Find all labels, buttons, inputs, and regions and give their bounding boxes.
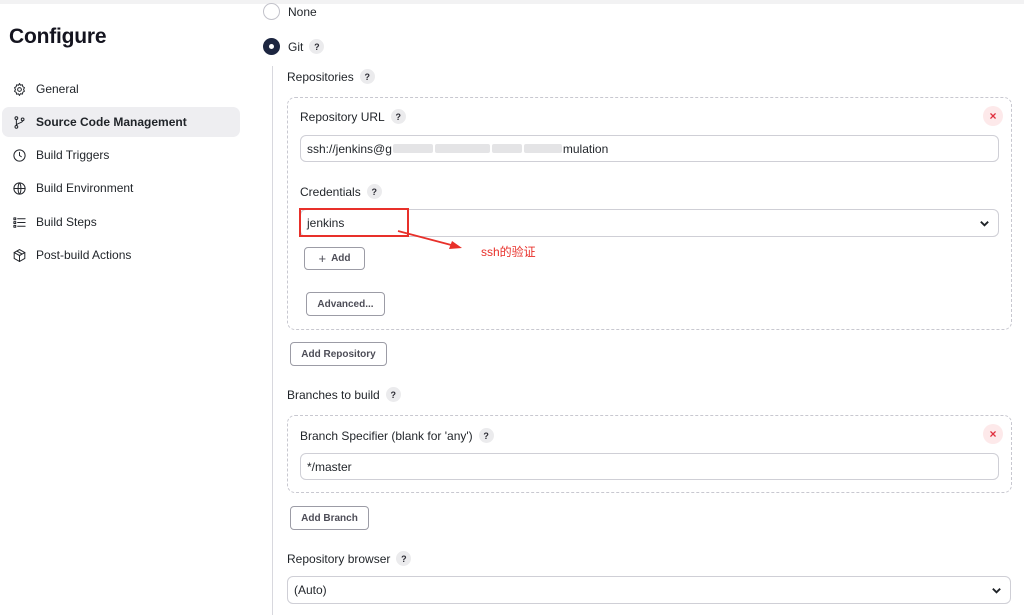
branches-to-build-label: Branches to build ? <box>287 387 401 402</box>
sidebar-item-source-code-management[interactable]: Source Code Management <box>2 107 240 137</box>
repositories-label: Repositories ? <box>287 69 375 84</box>
help-icon[interactable]: ? <box>478 428 494 443</box>
sidebar-item-label: Post-build Actions <box>36 248 132 262</box>
help-icon[interactable]: ? <box>309 39 325 54</box>
help-icon[interactable]: ? <box>396 551 412 566</box>
radio-none[interactable] <box>263 3 280 20</box>
help-icon[interactable]: ? <box>366 184 382 199</box>
sidebar-item-label: Build Environment <box>36 181 134 195</box>
clock-icon <box>11 147 27 163</box>
sidebar-item-build-environment[interactable]: Build Environment <box>2 173 240 203</box>
branch-icon <box>11 114 27 130</box>
credentials-label: Credentials ? <box>300 184 382 199</box>
help-icon[interactable]: ? <box>385 387 401 402</box>
scm-option-git[interactable]: Git ? <box>263 38 325 55</box>
package-icon <box>11 247 27 263</box>
repository-url-label: Repository URL ? <box>300 109 406 124</box>
redacted-blur <box>434 144 490 153</box>
sidebar-item-label: Source Code Management <box>36 115 187 129</box>
radio-git[interactable] <box>263 38 280 55</box>
sidebar: Configure General Source Code Management… <box>0 0 250 615</box>
branch-specifier-label: Branch Specifier (blank for 'any') ? <box>300 428 494 443</box>
repository-url-input[interactable]: ssh://jenkins@g mulation <box>300 135 999 162</box>
redacted-blur <box>392 144 433 153</box>
annotation-highlight-box <box>299 208 409 237</box>
redacted-blur <box>491 144 522 153</box>
page-title: Configure <box>9 25 107 48</box>
sidebar-item-build-steps[interactable]: Build Steps <box>2 207 240 237</box>
sidebar-item-build-triggers[interactable]: Build Triggers <box>2 140 240 170</box>
add-branch-button[interactable]: Add Branch <box>290 506 369 530</box>
gear-icon <box>11 81 27 97</box>
sidebar-item-label: Build Triggers <box>36 148 110 162</box>
close-icon[interactable]: × <box>983 424 1003 444</box>
chevron-down-icon <box>992 587 1001 594</box>
sidebar-item-label: Build Steps <box>36 215 97 229</box>
branch-specifier-input[interactable]: */master <box>300 453 999 480</box>
chevron-down-icon <box>980 220 989 227</box>
plus-icon: + <box>318 251 327 266</box>
redacted-blur <box>523 144 562 153</box>
close-icon[interactable]: × <box>983 106 1003 126</box>
list-icon <box>11 214 27 230</box>
help-icon[interactable]: ? <box>359 69 375 84</box>
add-credentials-button[interactable]: + Add <box>304 247 365 270</box>
help-icon[interactable]: ? <box>390 109 406 124</box>
globe-icon <box>11 180 27 196</box>
radio-label-none: None <box>288 4 317 19</box>
sidebar-item-post-build-actions[interactable]: Post-build Actions <box>2 240 240 270</box>
scm-option-none[interactable]: None <box>263 3 317 20</box>
add-repository-button[interactable]: Add Repository <box>290 342 387 366</box>
advanced-button[interactable]: Advanced... <box>306 292 385 316</box>
annotation-text: ssh的验证 <box>481 245 536 259</box>
repository-browser-label: Repository browser ? <box>287 551 412 566</box>
sidebar-item-label: General <box>36 82 79 96</box>
radio-label-git: Git <box>288 39 304 54</box>
repository-browser-select[interactable]: (Auto) <box>287 576 1011 604</box>
sidebar-item-general[interactable]: General <box>2 74 240 104</box>
section-rail <box>272 66 273 615</box>
